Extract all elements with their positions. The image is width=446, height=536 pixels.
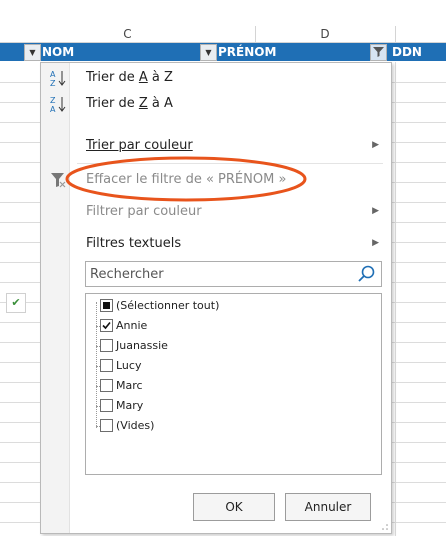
list-item[interactable]: Mary xyxy=(86,396,366,416)
checkbox-unchecked[interactable] xyxy=(100,359,113,372)
sort-az-letter-z: Z xyxy=(164,70,173,85)
menu-item-text-filters[interactable]: Filtres textuels ▶ xyxy=(41,231,391,257)
list-item[interactable]: Lucy xyxy=(86,356,366,376)
text-filters-label: Filtres textuels xyxy=(86,236,182,251)
filter-by-color-label: Filtrer par couleur xyxy=(86,204,202,219)
filter-menu: A Z Trier de A à Z Z A Trier de Z à A Tr… xyxy=(40,62,392,534)
list-item-label: Mary xyxy=(116,399,144,412)
svg-text:Z: Z xyxy=(50,96,56,105)
svg-text:A: A xyxy=(50,70,56,79)
checkbox-unchecked[interactable] xyxy=(100,379,113,392)
sort-za-text: Trier de xyxy=(86,96,139,111)
submenu-arrow-icon: ▶ xyxy=(372,206,379,216)
header-nom: NOM xyxy=(42,45,75,59)
search-input[interactable] xyxy=(88,264,347,284)
value-list: (Sélectionner tout) Annie Juanassie Lucy xyxy=(85,293,382,475)
list-item[interactable]: (Vides) xyxy=(86,416,366,436)
checkbox-partial[interactable] xyxy=(100,299,113,312)
list-item-label: (Vides) xyxy=(116,419,155,432)
annotation-oval xyxy=(65,156,307,202)
list-item[interactable]: Annie xyxy=(86,316,366,336)
sort-az-text: Trier de xyxy=(86,70,139,85)
search-icon[interactable] xyxy=(357,264,377,284)
sort-za-letter-a: A xyxy=(164,96,173,111)
column-header-d[interactable]: D xyxy=(255,26,396,42)
list-item-select-all[interactable]: (Sélectionner tout) xyxy=(86,296,366,316)
submenu-arrow-icon: ▶ xyxy=(372,140,379,150)
sort-az-letter-a: A xyxy=(138,70,148,85)
column-headers: C D xyxy=(0,26,446,43)
resize-grip-icon[interactable] xyxy=(381,523,389,531)
sort-za-mid: à xyxy=(147,96,164,111)
submenu-arrow-icon: ▶ xyxy=(372,238,379,248)
list-item-label: (Sélectionner tout) xyxy=(116,299,220,312)
list-item-label: Juanassie xyxy=(116,339,168,352)
header-prenom: PRÉNOM xyxy=(218,45,277,59)
menu-item-sort-az[interactable]: A Z Trier de A à Z xyxy=(41,65,391,91)
search-box xyxy=(85,261,382,287)
header-ddn: DDN xyxy=(392,45,422,59)
ok-button[interactable]: OK xyxy=(193,493,275,521)
sort-by-color-label: Trier par couleur xyxy=(86,138,193,153)
filter-active-button-prenom[interactable] xyxy=(370,44,387,61)
list-item[interactable]: Marc xyxy=(86,376,366,396)
table-header-row: ▼ NOM ▼ PRÉNOM DDN xyxy=(0,43,446,61)
checkbox-unchecked[interactable] xyxy=(100,419,113,432)
list-item-label: Lucy xyxy=(116,359,142,372)
column-divider xyxy=(395,62,396,536)
filter-icon xyxy=(373,47,384,57)
sort-az-mid: à xyxy=(147,70,164,85)
menu-item-sort-za[interactable]: Z A Trier de Z à A xyxy=(41,91,391,117)
checkbox-unchecked[interactable] xyxy=(100,339,113,352)
list-item-label: Annie xyxy=(116,319,148,332)
sort-az-icon: A Z xyxy=(50,70,66,88)
check-badge-icon: ✔ xyxy=(6,293,26,313)
svg-text:Z: Z xyxy=(50,79,56,88)
filter-dropdown-button-prev[interactable]: ▼ xyxy=(24,44,41,61)
list-item[interactable]: Juanassie xyxy=(86,336,366,356)
checkbox-unchecked[interactable] xyxy=(100,399,113,412)
sort-za-letter-z: Z xyxy=(138,96,148,111)
column-header-c[interactable]: C xyxy=(0,26,256,42)
cancel-button[interactable]: Annuler xyxy=(285,493,371,521)
filter-dropdown-button-nom[interactable]: ▼ xyxy=(200,44,217,61)
checkmark-icon xyxy=(102,321,111,330)
svg-text:A: A xyxy=(50,105,56,114)
sort-za-icon: Z A xyxy=(50,96,66,114)
checkbox-checked[interactable] xyxy=(100,319,113,332)
list-item-label: Marc xyxy=(116,379,143,392)
